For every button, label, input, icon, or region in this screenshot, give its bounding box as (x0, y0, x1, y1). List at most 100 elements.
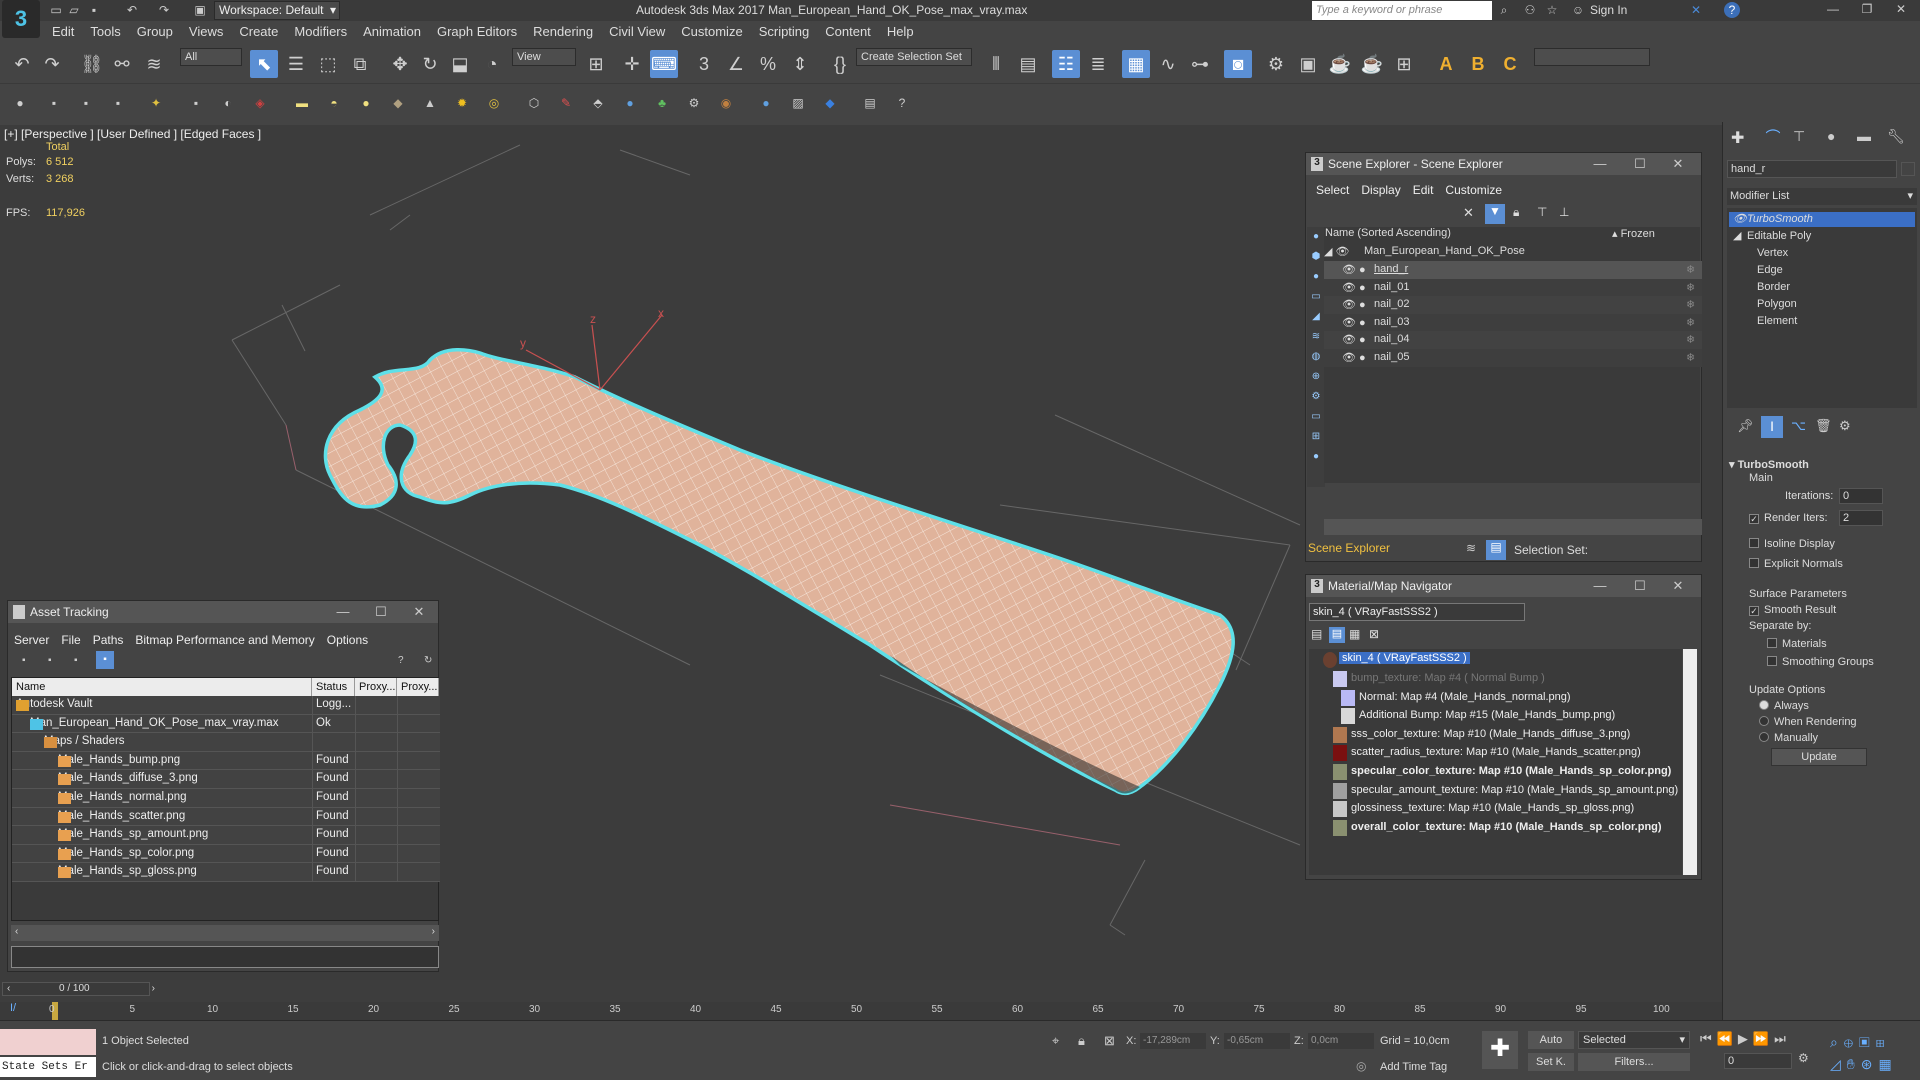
current-frame-field[interactable]: 0 (1724, 1053, 1792, 1069)
isoline-display-checkbox[interactable]: Isoline Display (1749, 538, 1835, 550)
scroll-left-icon[interactable]: ‹ (15, 926, 18, 937)
motion-tab-icon[interactable]: ● (1827, 128, 1835, 144)
menu-customize[interactable]: Customize (673, 22, 750, 42)
bind-space-warp-icon[interactable]: ≋ (140, 50, 168, 78)
material-root-row[interactable]: skin_4 ( VRayFastSSS2 ) (1323, 651, 1689, 670)
material-map-row[interactable]: specular_color_texture: Map #10 (Male_Ha… (1323, 763, 1689, 782)
rollout-turbosmooth-header[interactable]: ▾ TurboSmooth (1729, 458, 1809, 471)
select-object-icon[interactable]: ⬉ (250, 50, 278, 78)
vray-tool-6-icon[interactable]: ▪ (186, 93, 206, 113)
vray-tool-20-icon[interactable]: ⚙ (684, 93, 704, 113)
object-name-field[interactable]: hand_r (1727, 160, 1897, 178)
exchange-icon[interactable]: ✕ (1688, 2, 1704, 18)
hierarchy-icon[interactable]: ⊤ (1537, 205, 1547, 219)
visibility-icon[interactable]: 👁︎ ● (1342, 298, 1366, 311)
next-key-icon[interactable]: ⏩ (1753, 1031, 1774, 1046)
filter-icon[interactable]: ▼ (1485, 204, 1505, 224)
orbit-icon[interactable]: ⊛ (1861, 1056, 1879, 1072)
visibility-icon[interactable]: 👁︎ ● (1342, 333, 1366, 346)
render-iters-spinner[interactable]: 2 (1839, 510, 1883, 526)
redo-icon[interactable]: ↷ (38, 50, 66, 78)
vray-c-icon[interactable]: C (1496, 50, 1524, 78)
menu-rendering[interactable]: Rendering (525, 22, 601, 42)
view-large-icons-icon[interactable]: ⊠ (1369, 627, 1379, 641)
snaps-toggle-icon[interactable]: 3 (690, 50, 718, 78)
lock-icon[interactable]: 🔒︎ (1513, 205, 1519, 220)
vray-tool-25-icon[interactable]: ▤ (860, 93, 880, 113)
vray-tool-22-icon[interactable]: ● (756, 93, 776, 113)
rendered-frame-window-icon[interactable]: ▣ (1294, 50, 1322, 78)
expand-icon[interactable]: ◢ (1729, 229, 1747, 244)
project-folder-icon[interactable]: ▣ (192, 2, 208, 18)
align-icon[interactable]: ▤ (1014, 50, 1042, 78)
auto-key-button[interactable]: Auto (1528, 1031, 1574, 1049)
material-map-row[interactable]: Additional Bump: Map #15 (Male_Hands_bum… (1323, 707, 1689, 726)
scene-item-nail-05[interactable]: 👁︎ ● nail_05 ❄ (1324, 349, 1702, 367)
scene-root-row[interactable]: ◢ 👁︎ Man_European_Hand_OK_Pose (1324, 243, 1702, 261)
keyboard-shortcut-override-icon[interactable]: ⌨ (650, 50, 678, 78)
menu-edit[interactable]: Edit (1407, 180, 1440, 200)
asset-row[interactable]: Male_Hands_sp_amount.png Found (12, 826, 440, 845)
toggle-scene-explorer-icon[interactable]: ☷ (1052, 50, 1080, 78)
edit-named-selection-icon[interactable]: {} (826, 50, 854, 78)
app-logo-button[interactable]: 3 (2, 0, 40, 38)
subscription-icon[interactable]: ⚇ (1522, 2, 1538, 18)
menu-display[interactable]: Display (1355, 180, 1406, 200)
material-editor-icon[interactable]: ◙ (1224, 50, 1252, 78)
render-production-icon[interactable]: ☕ (1326, 50, 1354, 78)
unlink-icon[interactable]: ⚯ (108, 50, 136, 78)
time-config-icon[interactable]: ⚙ (1798, 1051, 1809, 1065)
render-iters-checkbox[interactable]: ✓ Render Iters: (1749, 512, 1828, 524)
link-icon[interactable]: ⛓ (78, 50, 106, 78)
vray-b-icon[interactable]: B (1464, 50, 1492, 78)
selection-set-icon[interactable]: ▤ (1486, 540, 1506, 560)
rectangular-selection-icon[interactable]: ⬚ (314, 50, 342, 78)
menu-graph-editors[interactable]: Graph Editors (429, 22, 525, 42)
vray-light-icon[interactable]: ✦ (146, 93, 166, 113)
vray-tool-1-icon[interactable]: ● (10, 93, 30, 113)
eye-icon[interactable]: 👁︎ (1729, 212, 1747, 227)
asset-path-field[interactable] (11, 946, 439, 968)
vray-a-icon[interactable]: A (1432, 50, 1460, 78)
scene-item-hand-r[interactable]: 👁︎ ● hand_r ❄ (1324, 261, 1702, 279)
hierarchy-tab-icon[interactable]: ⊤ (1793, 128, 1805, 145)
menu-scripting[interactable]: Scripting (751, 22, 818, 42)
material-map-row[interactable]: overall_color_texture: Map #10 (Male_Han… (1323, 819, 1689, 838)
explicit-normals-checkbox[interactable]: Explicit Normals (1749, 558, 1843, 570)
material-map-row[interactable]: glossiness_texture: Map #10 (Male_Hands_… (1323, 800, 1689, 819)
col-name-header[interactable]: Name (Sorted Ascending) (1325, 227, 1451, 239)
zoom-all-icon[interactable]: ⊕ (1844, 1034, 1859, 1050)
maximize-button[interactable]: ☐ (1629, 155, 1651, 173)
fov-icon[interactable]: ◿ (1830, 1056, 1847, 1072)
maximize-viewport-icon[interactable]: ▦ (1879, 1056, 1898, 1072)
next-frame-icon[interactable]: › (152, 983, 155, 994)
utilities-tab-icon[interactable]: 🔧︎ (1887, 128, 1905, 145)
menu-content[interactable]: Content (817, 22, 879, 42)
menu-animation[interactable]: Animation (355, 22, 429, 42)
vray-mesh-light-icon[interactable]: ◆ (388, 93, 408, 113)
menu-server[interactable]: Server (8, 630, 55, 650)
menu-file[interactable]: File (55, 630, 86, 650)
when-rendering-radio[interactable]: When Rendering (1759, 716, 1857, 728)
place-icon[interactable]: ◔ (478, 50, 506, 78)
render-setup-icon[interactable]: ⚙ (1262, 50, 1290, 78)
vray-sky-icon[interactable]: ◎ (484, 93, 504, 113)
rotate-icon[interactable]: ↻ (416, 50, 444, 78)
expand-icon[interactable]: ◢ 👁︎ (1324, 245, 1349, 258)
named-selection-dropdown[interactable]: Create Selection Set (856, 48, 972, 66)
save-icon[interactable]: ▪ (86, 2, 102, 18)
new-file-icon[interactable]: ▭ (48, 2, 64, 18)
view-mode-3-icon[interactable]: ▪ (74, 655, 78, 666)
menu-create[interactable]: Create (231, 22, 286, 42)
freeze-icon[interactable]: ❄ (1686, 263, 1695, 276)
asset-row[interactable]: Male_Hands_sp_gloss.png Found (12, 863, 440, 882)
smooth-result-checkbox[interactable]: ✓ Smooth Result (1749, 604, 1836, 616)
close-button[interactable]: ✕ (1886, 2, 1916, 18)
scene-item-nail-03[interactable]: 👁︎ ● nail_03 ❄ (1324, 313, 1702, 332)
minimize-button[interactable]: — (1589, 577, 1611, 595)
viewport-label-menu[interactable]: [+] [Perspective ] [User Defined ] [Edge… (4, 127, 261, 141)
vray-sphere-light-icon[interactable]: ● (356, 93, 376, 113)
pivot-center-icon[interactable]: ⊞ (582, 50, 610, 78)
absolute-mode-icon[interactable]: ⊠ (1104, 1033, 1115, 1049)
vray-sun-icon[interactable]: ✹ (452, 93, 472, 113)
